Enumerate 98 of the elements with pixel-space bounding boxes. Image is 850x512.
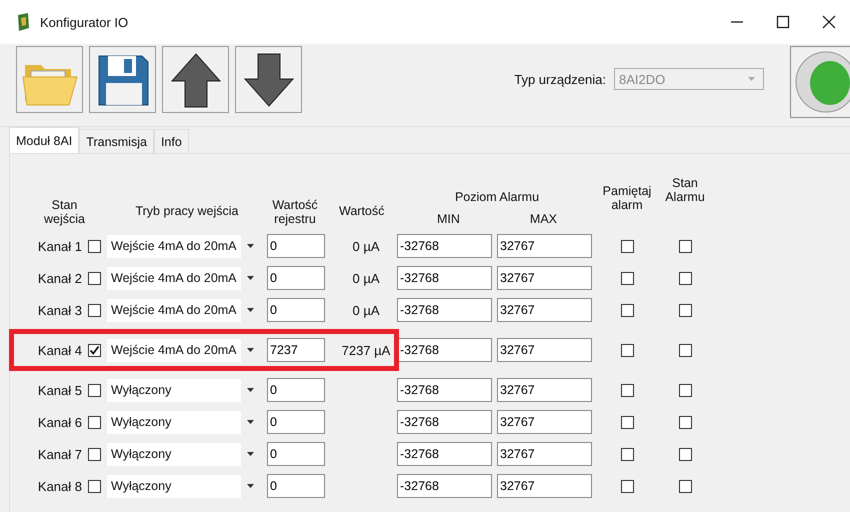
checkbox[interactable] — [88, 448, 101, 460]
tab[interactable]: Info — [154, 129, 189, 153]
column-header: Wartość — [339, 204, 384, 218]
register-field[interactable]: 7237 — [267, 338, 325, 362]
channel-label: Kanał 7 — [38, 446, 82, 462]
device-type-label: Typ urządzenia: — [514, 72, 606, 86]
column-header: MIN — [436, 212, 460, 226]
checkbox[interactable] — [88, 304, 101, 316]
column-header: Pamiętaj alarm — [602, 184, 652, 212]
register-field[interactable]: 0 — [267, 298, 325, 322]
column-header: Poziom Alarmu — [454, 190, 540, 204]
tab[interactable]: Moduł 8AI — [9, 127, 80, 153]
value-reading: 0 µA — [351, 270, 380, 286]
checkbox[interactable] — [88, 416, 101, 428]
caret-icon — [246, 452, 254, 456]
alarm-max-field[interactable]: 32767 — [497, 298, 592, 322]
column-header: Wartość rejestru — [271, 198, 319, 226]
tab[interactable]: Transmisja — [79, 129, 154, 153]
caret-icon — [246, 244, 254, 248]
save-floppy-button[interactable] — [89, 46, 156, 113]
checkbox[interactable] — [88, 480, 101, 492]
caret-icon — [246, 388, 254, 392]
mode-dropdown[interactable]: Wyłączony — [107, 442, 259, 466]
mode-dropdown[interactable]: Wejście 4mA do 20mA — [107, 298, 259, 322]
checkbox[interactable] — [620, 448, 634, 460]
alarm-max-field[interactable]: 32767 — [497, 266, 592, 290]
checkbox[interactable] — [678, 272, 692, 284]
alarm-max-field[interactable]: 32767 — [497, 474, 592, 498]
caret-icon — [246, 484, 254, 488]
register-field[interactable]: 0 — [267, 378, 325, 402]
checkbox[interactable] — [620, 240, 634, 252]
alarm-min-field[interactable]: -32768 — [397, 266, 492, 290]
download-arrow-button[interactable] — [235, 46, 302, 113]
value-reading: 0 µA — [351, 302, 380, 318]
alarm-min-field[interactable]: -32768 — [397, 410, 492, 434]
checkbox[interactable] — [88, 384, 101, 396]
alarm-min-field[interactable]: -32768 — [397, 378, 492, 402]
checkbox[interactable] — [678, 344, 692, 356]
app-icon — [16, 13, 30, 31]
checkbox[interactable] — [620, 480, 634, 492]
column-header: Tryb pracy wejścia — [134, 204, 240, 218]
checkbox[interactable] — [620, 416, 634, 428]
channel-label: Kanał 1 — [38, 238, 82, 254]
mode-dropdown[interactable]: Wyłączony — [107, 410, 259, 434]
value-reading: 0 µA — [351, 238, 380, 254]
channel-label: Kanał 3 — [38, 302, 82, 318]
caret-icon — [246, 276, 254, 280]
upload-arrow-button[interactable] — [162, 46, 229, 113]
alarm-min-field[interactable]: -32768 — [397, 442, 492, 466]
alarm-min-field[interactable]: -32768 — [397, 298, 492, 322]
value-reading: 7237 µA — [340, 342, 392, 358]
alarm-max-field[interactable]: 32767 — [497, 338, 592, 362]
channel-label: Kanał 6 — [38, 414, 82, 430]
channel-label: Kanał 4 — [38, 342, 82, 358]
column-header: Stan wejścia — [43, 198, 86, 226]
alarm-max-field[interactable]: 32767 — [497, 378, 592, 402]
alarm-min-field[interactable]: -32768 — [397, 234, 492, 258]
mode-dropdown[interactable]: Wejście 4mA do 20mA — [107, 266, 259, 290]
checkbox[interactable] — [678, 416, 692, 428]
register-field[interactable]: 0 — [267, 442, 325, 466]
mode-dropdown[interactable]: Wyłączony — [107, 474, 259, 498]
checkbox[interactable] — [678, 384, 692, 396]
checkbox[interactable] — [678, 480, 692, 492]
checkbox[interactable] — [678, 240, 692, 252]
alarm-min-field[interactable]: -32768 — [397, 338, 492, 362]
checkbox[interactable] — [678, 304, 692, 316]
channel-label: Kanał 5 — [38, 382, 82, 398]
register-field[interactable]: 0 — [267, 474, 325, 498]
checkbox[interactable] — [620, 304, 634, 316]
alarm-max-field[interactable]: 32767 — [497, 234, 592, 258]
checkbox[interactable] — [678, 448, 692, 460]
mode-dropdown[interactable]: Wejście 4mA do 20mA — [107, 338, 259, 362]
channel-label: Kanał 8 — [38, 478, 82, 494]
caret-icon — [246, 348, 254, 352]
checkbox[interactable] — [620, 272, 634, 284]
caret-icon — [246, 308, 254, 312]
caret-icon — [246, 420, 254, 424]
maximize-icon[interactable] — [776, 15, 790, 29]
status-led-button[interactable] — [790, 46, 850, 118]
checkbox[interactable] — [88, 272, 101, 284]
mode-dropdown[interactable]: Wejście 4mA do 20mA — [107, 234, 259, 258]
alarm-min-field[interactable]: -32768 — [397, 474, 492, 498]
column-header: Stan Alarmu — [665, 176, 705, 204]
mode-dropdown[interactable]: Wyłączony — [107, 378, 259, 402]
checkbox[interactable] — [88, 344, 101, 356]
alarm-max-field[interactable]: 32767 — [497, 442, 592, 466]
close-icon[interactable] — [822, 15, 836, 29]
register-field[interactable]: 0 — [267, 266, 325, 290]
column-header: MAX — [530, 212, 557, 226]
register-field[interactable]: 0 — [267, 234, 325, 258]
checkbox[interactable] — [620, 344, 634, 356]
checkbox[interactable] — [620, 384, 634, 396]
checkbox[interactable] — [88, 240, 101, 252]
caret-icon — [748, 77, 755, 81]
register-field[interactable]: 0 — [267, 410, 325, 434]
channel-label: Kanał 2 — [38, 270, 82, 286]
window-title: Konfigurator IO — [40, 14, 128, 30]
alarm-max-field[interactable]: 32767 — [497, 410, 592, 434]
